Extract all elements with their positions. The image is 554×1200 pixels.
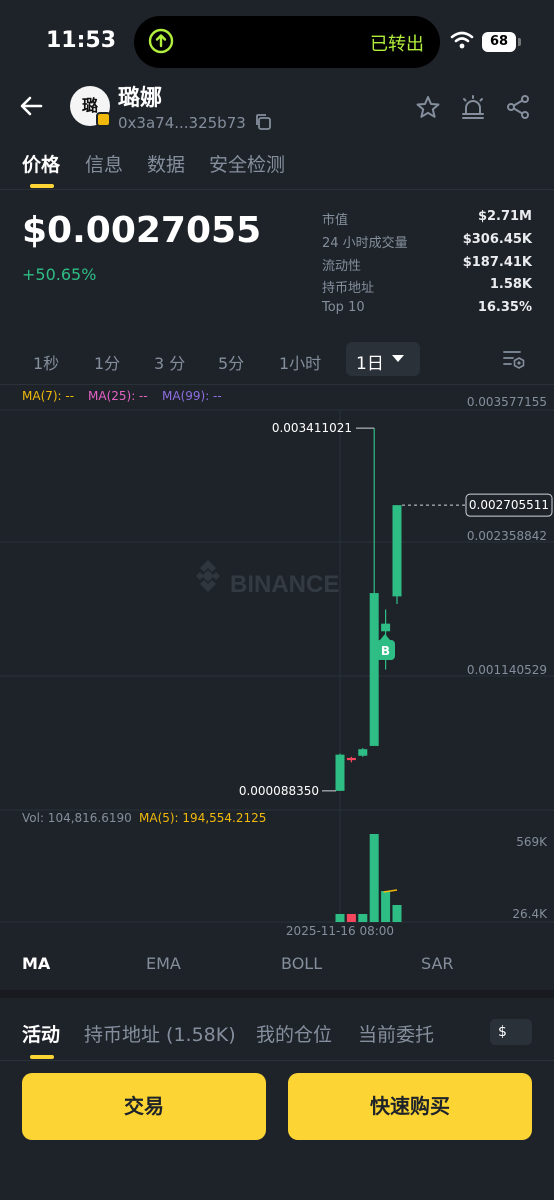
chart-settings-icon[interactable] [502, 348, 526, 370]
tab-holders[interactable]: 持币地址 (1.58K) [84, 1020, 236, 1047]
star-icon[interactable] [415, 94, 441, 120]
candle-group [335, 428, 402, 791]
volume-bar [335, 914, 345, 922]
candle[interactable] [369, 593, 379, 746]
tab-my-position[interactable]: 我的仓位 [256, 1020, 332, 1047]
volume-axis-label: 26.4K [512, 907, 548, 921]
stat-value: 1.58K [489, 277, 532, 292]
current-price-label: 0.002705511 [469, 498, 549, 512]
volume-axis-label: 569K [516, 835, 548, 849]
price-axis-label: 0.001140529 [467, 663, 547, 677]
tab-data[interactable]: 数据 [147, 150, 185, 177]
divider [0, 189, 554, 190]
candle[interactable] [358, 749, 368, 756]
chevron-down-icon [392, 355, 404, 362]
binance-logo-icon [196, 560, 220, 592]
indicator-boll[interactable]: BOLL [281, 954, 322, 973]
tab-activity[interactable]: 活动 [22, 1020, 60, 1047]
tab-open-orders[interactable]: 当前委托 [358, 1020, 434, 1047]
stat-label: 市值 [322, 213, 349, 228]
wifi-icon [450, 31, 474, 49]
transfer-status: 已转出 [370, 34, 424, 55]
stat-label: Top 10 [322, 300, 365, 315]
high-price-label: 0.003411021 [272, 421, 352, 435]
back-arrow-icon[interactable] [18, 92, 46, 120]
stat-label: 24 小时成交量 [322, 236, 408, 251]
stat-label: 持币地址 [322, 281, 375, 296]
time-axis-label: 2025-11-16 08:00 [286, 924, 394, 938]
candle[interactable] [392, 505, 402, 597]
price-change: +50.65% [22, 265, 97, 284]
section-divider [0, 990, 554, 998]
low-price-label: 0.000088350 [239, 784, 319, 798]
stat-value: $187.41K [462, 255, 532, 270]
candle[interactable] [335, 754, 345, 791]
volume-bar [358, 914, 368, 922]
timeframe-1m[interactable]: 1分 [94, 350, 120, 374]
volume-bar [346, 914, 356, 922]
battery-indicator: 68 [482, 32, 516, 52]
token-name: 璐娜 [118, 86, 163, 111]
timeframe-3m[interactable]: 3 分 [154, 350, 185, 374]
volume-bar [392, 904, 402, 922]
stat-value: $2.71M [477, 209, 532, 224]
token-address: 0x3a74...325b73 [118, 114, 246, 132]
candle[interactable] [346, 757, 356, 761]
indicator-ma[interactable]: MA [22, 954, 50, 973]
timeframe-1s[interactable]: 1秒 [33, 350, 59, 374]
active-tab-indicator [30, 1055, 54, 1059]
current-price: $0.0027055 [22, 210, 262, 251]
currency-toggle[interactable]: $ [490, 1019, 532, 1045]
trade-button[interactable]: 交易 [22, 1073, 266, 1140]
indicator-sar[interactable]: SAR [421, 954, 454, 973]
upload-icon [148, 28, 174, 54]
tab-info[interactable]: 信息 [85, 150, 123, 177]
candle[interactable] [381, 623, 391, 632]
battery-tip [518, 38, 521, 46]
buy-marker[interactable]: B [376, 634, 395, 660]
price-axis-label: 0.003577155 [467, 395, 547, 409]
stat-value: $306.45K [462, 232, 532, 247]
buy-marker-label: B [381, 644, 390, 658]
share-icon[interactable] [505, 94, 531, 120]
watermark: BINANCE [230, 571, 339, 598]
volume-ma-label: MA(5): 194,554.2125 [139, 811, 266, 825]
active-tab-indicator [30, 184, 54, 188]
volume-bar [369, 834, 379, 922]
timeframe-5m[interactable]: 5分 [218, 350, 244, 374]
divider [0, 1060, 554, 1061]
volume-group [335, 834, 402, 922]
quick-buy-button[interactable]: 快速购买 [288, 1073, 532, 1140]
price-axis-label: 0.002358842 [467, 529, 547, 543]
timeframe-1h[interactable]: 1小时 [279, 350, 321, 374]
status-time: 11:53 [46, 28, 117, 53]
volume-ma-line [383, 889, 398, 893]
stat-value: 16.35% [477, 300, 532, 315]
alert-icon[interactable] [460, 94, 486, 120]
tab-price[interactable]: 价格 [22, 150, 60, 177]
tab-security[interactable]: 安全检测 [209, 150, 285, 177]
stat-label: 流动性 [322, 259, 362, 274]
copy-icon[interactable] [254, 113, 272, 131]
volume-bar [381, 891, 391, 922]
volume-label: Vol: 104,816.6190 [22, 811, 132, 825]
timeframe-selected: 1日 [356, 354, 384, 374]
indicator-ema[interactable]: EMA [146, 954, 181, 973]
verified-badge-icon [96, 112, 111, 127]
price-chart[interactable]: BINANCE 0.003411021 0.000088350 0.002705… [0, 384, 554, 940]
dynamic-island[interactable]: 已转出 [134, 16, 440, 68]
